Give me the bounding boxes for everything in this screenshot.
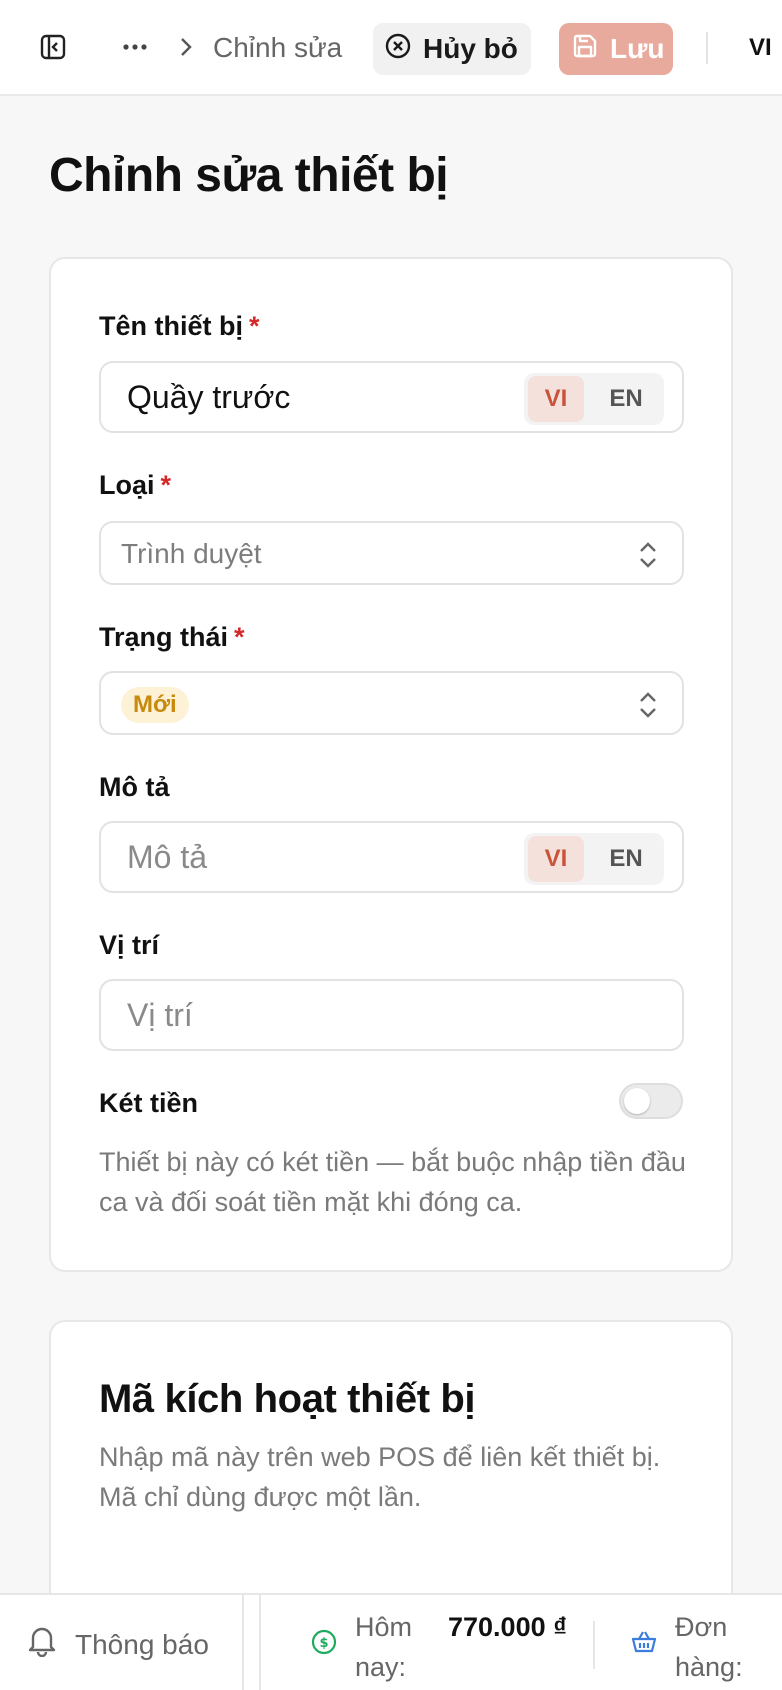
description-lang-en[interactable]: EN (598, 836, 654, 882)
location-input[interactable]: Vị trí (99, 979, 684, 1051)
today-revenue-value: 770.000 ₫ (448, 1612, 567, 1642)
top-bar: Chỉnh sửa Hủy bỏ Lưu VI (0, 0, 782, 96)
device-name-lang-vi[interactable]: VI (528, 376, 584, 422)
description-placeholder: Mô tả (127, 839, 208, 875)
breadcrumb-current: Chỉnh sửa (213, 32, 343, 63)
chevron-up-down-icon (636, 539, 660, 571)
description-input[interactable]: Mô tả VI EN (99, 821, 684, 893)
description-language-toggle: VI EN (524, 833, 664, 885)
device-name-value: Quầy trước (127, 379, 291, 415)
bottombar-divider (242, 1595, 244, 1690)
close-circle-icon (385, 33, 411, 66)
bell-icon (27, 1625, 57, 1664)
cash-drawer-toggle[interactable] (619, 1083, 683, 1119)
location-label: Vị trí (99, 930, 160, 960)
device-name-language-toggle: VI EN (524, 373, 664, 425)
location-placeholder: Vị trí (127, 997, 193, 1033)
bottombar-divider (259, 1595, 261, 1690)
device-type-value: Trình duyệt (121, 538, 262, 569)
device-type-label: Loại * (99, 470, 172, 500)
chevron-up-down-icon (636, 689, 660, 721)
cash-drawer-help: Thiết bị này có két tiền — bắt buộc nhập… (99, 1147, 686, 1217)
save-button-label: Lưu (610, 33, 665, 64)
device-name-lang-en[interactable]: EN (598, 376, 654, 422)
bottom-status-bar: Thông báo $ Hôm nay: 770.000 ₫ Đơn hàng: (0, 1593, 782, 1690)
toggle-knob (624, 1088, 650, 1114)
orders-label: Đơn hàng: (675, 1612, 743, 1682)
bottombar-divider (593, 1621, 595, 1669)
activation-title: Mã kích hoạt thiết bị (99, 1377, 476, 1421)
cash-drawer-label: Két tiền (99, 1088, 199, 1118)
basket-icon (631, 1629, 657, 1655)
topbar-divider (706, 32, 708, 64)
money-icon: $ (311, 1629, 337, 1655)
description-label: Mô tả (99, 772, 170, 802)
today-revenue-label: Hôm nay: (355, 1612, 413, 1682)
save-icon (572, 33, 598, 66)
sidebar-toggle-icon[interactable] (36, 30, 70, 64)
device-status-label: Trạng thái * (99, 622, 245, 652)
save-button[interactable]: Lưu (559, 23, 673, 75)
status-badge: Mới (121, 687, 189, 723)
device-type-select[interactable]: Trình duyệt (99, 521, 684, 585)
device-name-label: Tên thiết bị * (99, 311, 260, 341)
device-name-input[interactable]: Quầy trước VI EN (99, 361, 684, 433)
svg-text:$: $ (319, 1636, 328, 1651)
cancel-button-label: Hủy bỏ (423, 33, 518, 64)
cancel-button[interactable]: Hủy bỏ (373, 23, 531, 75)
page-title: Chỉnh sửa thiết bị (49, 149, 449, 202)
notifications-label: Thông báo (75, 1628, 209, 1660)
language-switch[interactable]: VI (749, 32, 772, 64)
device-status-select[interactable]: Mới (99, 671, 684, 735)
activation-description: Nhập mã này trên web POS để liên kết thi… (99, 1442, 661, 1512)
notifications-button[interactable]: Thông báo (27, 1625, 209, 1664)
chevron-right-icon (174, 32, 198, 62)
more-icon[interactable] (118, 30, 152, 64)
description-lang-vi[interactable]: VI (528, 836, 584, 882)
